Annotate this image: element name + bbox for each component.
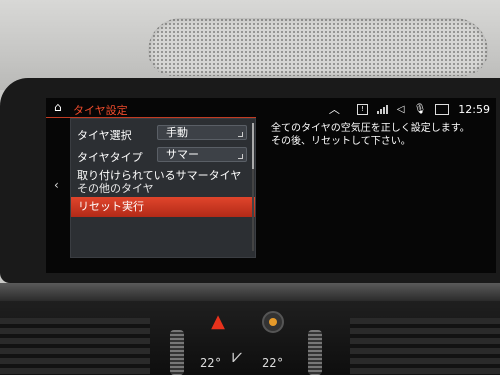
microphone-icon: 🎙 bbox=[413, 103, 427, 115]
menu-item-tire-type[interactable]: タイヤタイプ サマー bbox=[77, 147, 249, 165]
air-vent-left bbox=[0, 318, 150, 375]
status-bar: ︿ ! ◁ 🎙 12:59 bbox=[329, 101, 490, 117]
air-vent-right bbox=[350, 318, 500, 375]
signal-icon bbox=[376, 104, 388, 114]
page-title: タイヤ設定 bbox=[73, 104, 128, 117]
tire-type-label: タイヤタイプ bbox=[77, 151, 143, 164]
info-line-1: 全てのタイヤの空気圧を正しく設定します。 bbox=[271, 123, 470, 134]
clock: 12:59 bbox=[458, 102, 490, 116]
tire-select-value[interactable]: 手動 bbox=[157, 125, 247, 140]
chevron-up-icon[interactable]: ︿ bbox=[329, 101, 340, 117]
infotainment-screen: ⌂ タイヤ設定 ︿ ! ◁ 🎙 12:59 ‹ タイヤ選択 手動 タイヤタイプ … bbox=[46, 98, 496, 273]
home-icon[interactable]: ⌂ bbox=[54, 101, 66, 113]
speaker-grille bbox=[148, 18, 488, 76]
drive-mode-button[interactable] bbox=[262, 311, 284, 333]
temp-right: 22° bbox=[262, 356, 284, 370]
vent-knob-right[interactable] bbox=[308, 330, 322, 375]
battery-icon bbox=[435, 103, 450, 115]
tire-select-label: タイヤ選択 bbox=[77, 129, 132, 142]
volume-icon: ◁ bbox=[396, 103, 405, 115]
menu-item-tire-select[interactable]: タイヤ選択 手動 bbox=[77, 125, 249, 143]
hazard-icon[interactable]: ▲ bbox=[206, 312, 230, 332]
tire-type-value[interactable]: サマー bbox=[157, 147, 247, 162]
vent-knob-left[interactable] bbox=[170, 330, 184, 375]
fan-icon: ⩗ bbox=[232, 346, 243, 367]
dashboard-trim bbox=[0, 283, 500, 301]
top-bar: ⌂ タイヤ設定 ︿ ! ◁ 🎙 12:59 bbox=[46, 98, 496, 118]
back-arrow-icon[interactable]: ‹ bbox=[54, 178, 59, 192]
installed-tire-value: その他のタイヤ bbox=[77, 182, 154, 195]
info-text: 全てのタイヤの空気圧を正しく設定します。 その後、リセットして下さい。 bbox=[271, 122, 486, 148]
scrollbar-thumb[interactable] bbox=[252, 123, 254, 169]
temp-left: 22° bbox=[200, 356, 222, 370]
tire-settings-menu: タイヤ選択 手動 タイヤタイプ サマー 取り付けられているサマータイヤ その他の… bbox=[70, 118, 256, 258]
installed-tire-label: 取り付けられているサマータイヤ bbox=[77, 169, 242, 182]
reset-button[interactable]: リセット実行 bbox=[71, 197, 255, 217]
info-line-2: その後、リセットして下さい。 bbox=[271, 136, 411, 147]
message-icon: ! bbox=[356, 103, 368, 115]
menu-item-installed-tire[interactable]: 取り付けられているサマータイヤ その他のタイヤ bbox=[77, 169, 249, 195]
